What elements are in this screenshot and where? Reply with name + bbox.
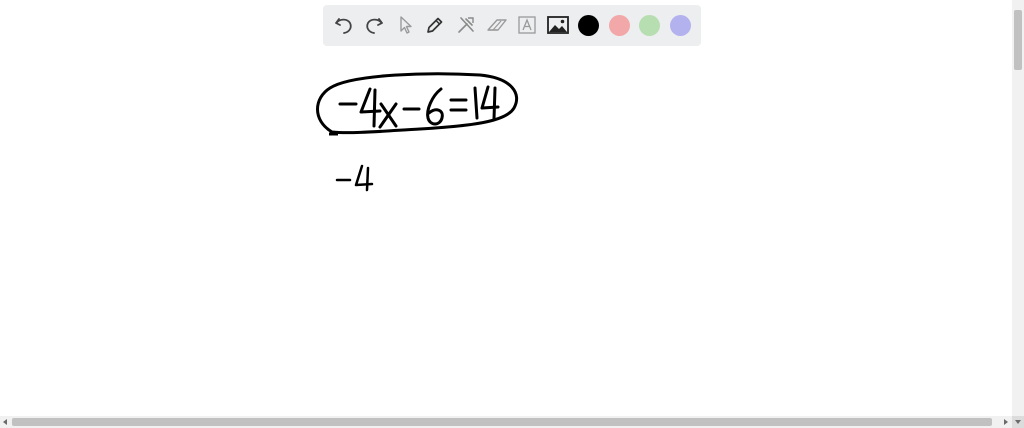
vertical-scroll-thumb[interactable] bbox=[1014, 10, 1022, 70]
tools-icon bbox=[458, 17, 474, 33]
whiteboard-app bbox=[0, 0, 1024, 428]
image-icon bbox=[547, 16, 569, 34]
color-green-swatch[interactable] bbox=[639, 15, 660, 36]
text-tool-button[interactable] bbox=[512, 10, 542, 40]
undo-icon bbox=[335, 18, 352, 34]
select-arrow-icon bbox=[400, 16, 412, 34]
select-button[interactable] bbox=[390, 10, 420, 40]
undo-button[interactable] bbox=[329, 10, 359, 40]
eraser-button[interactable] bbox=[482, 10, 512, 40]
scroll-left-arrow-icon[interactable] bbox=[3, 419, 7, 425]
pen-icon bbox=[427, 17, 443, 33]
canvas-drawing bbox=[316, 72, 519, 192]
scroll-down-arrow-icon[interactable] bbox=[1015, 420, 1021, 424]
equation-handwriting bbox=[338, 85, 500, 129]
vertical-scrollbar[interactable] bbox=[1012, 0, 1024, 416]
redo-icon bbox=[366, 18, 383, 34]
pen-button[interactable] bbox=[420, 10, 450, 40]
color-red-swatch[interactable] bbox=[609, 15, 630, 36]
drawing-toolbar bbox=[323, 5, 701, 46]
color-black-swatch[interactable] bbox=[578, 15, 599, 36]
eraser-icon bbox=[487, 19, 507, 31]
redo-button[interactable] bbox=[359, 10, 389, 40]
horizontal-scrollbar[interactable] bbox=[0, 416, 1012, 428]
step-handwriting bbox=[335, 164, 374, 192]
drawing-canvas[interactable] bbox=[0, 0, 1012, 416]
image-button[interactable] bbox=[543, 10, 573, 40]
color-blue-swatch[interactable] bbox=[670, 15, 691, 36]
scroll-right-arrow-icon[interactable] bbox=[1004, 419, 1008, 425]
text-tool-icon bbox=[518, 16, 536, 34]
horizontal-scroll-thumb[interactable] bbox=[12, 418, 992, 426]
tools-button[interactable] bbox=[451, 10, 481, 40]
